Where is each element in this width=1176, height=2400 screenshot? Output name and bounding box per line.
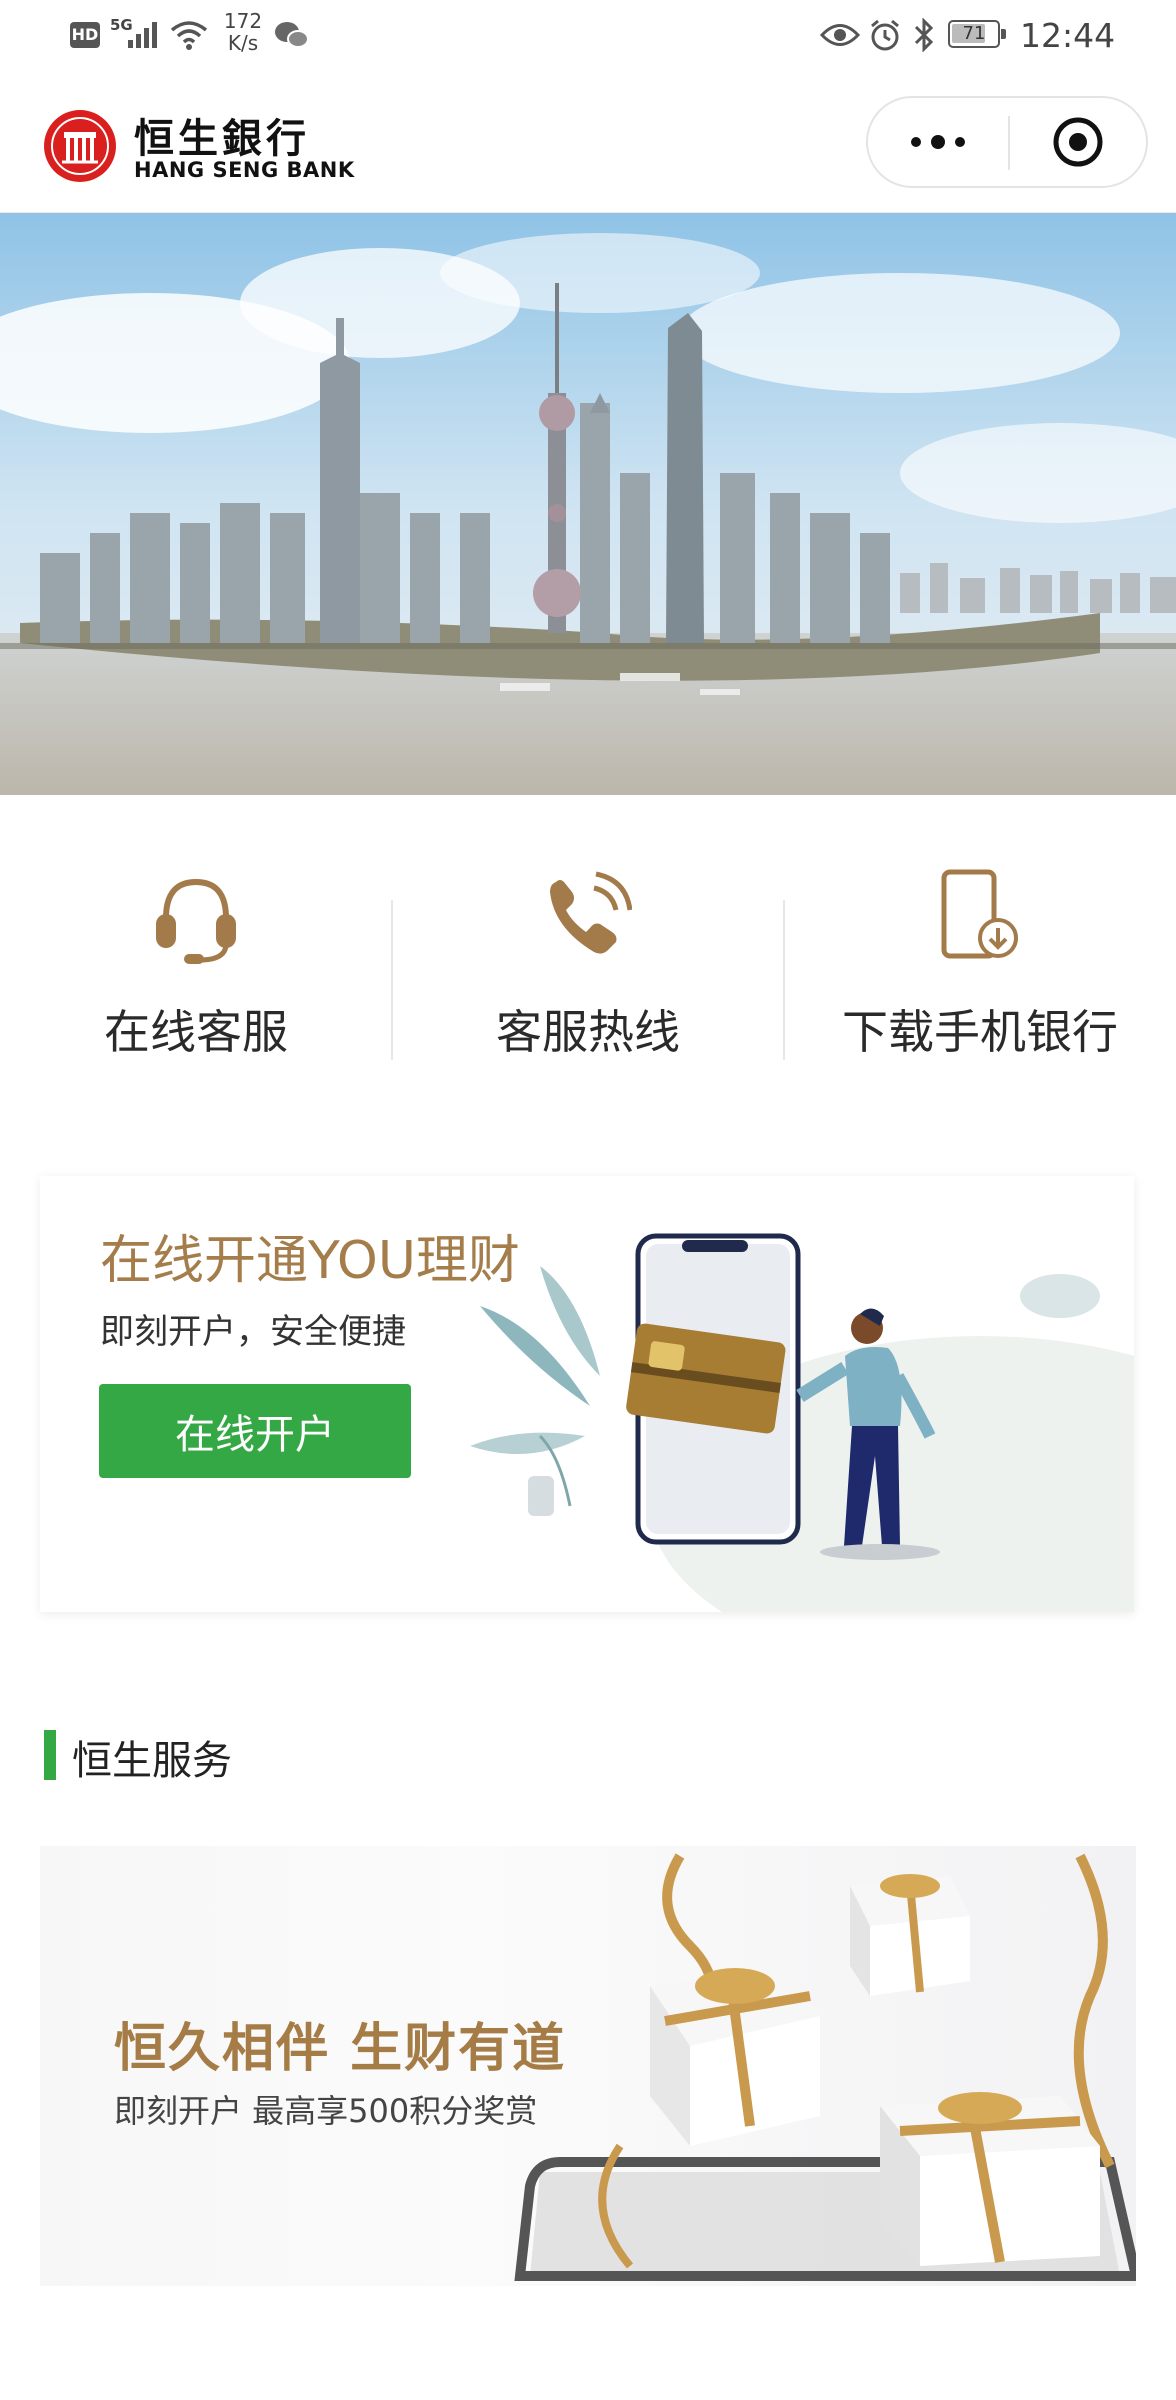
open-account-button-label: 在线开户 [175,1412,335,1458]
section-title-accent [44,1730,56,1780]
open-account-button[interactable]: 在线开户 [99,1384,411,1478]
quick-action-label: 在线客服 [104,1005,288,1059]
mini-program-capsule [866,96,1148,188]
mobile-download-icon [941,869,1018,959]
hero-banner-image[interactable] [0,213,1176,795]
gift-boxes-illustration [514,1853,1136,2281]
wifi-icon [170,21,208,50]
phone-icon [550,871,632,954]
network-speed: 172 K/s [220,10,266,54]
alarm-icon [871,19,899,51]
quick-action-hotline[interactable]: 客服热线 [392,860,784,1070]
battery-level: 71 [962,23,986,44]
signal-icon [128,22,157,48]
eye-icon [820,24,860,46]
promo-subtitle: 即刻开户，安全便捷 [100,1312,406,1352]
hd-text: HD [71,25,99,44]
service-banner[interactable]: 恒久相伴 生财有道 即刻开户 最高享500积分奖赏 [40,1846,1136,2286]
section-title: 恒生服务 [72,1738,232,1784]
quick-action-label: 客服热线 [496,1005,680,1059]
close-button[interactable] [1010,98,1146,186]
wechat-icon [275,22,309,48]
promo-title: 在线开通YOU理财 [100,1231,520,1291]
quick-action-download-app[interactable]: 下载手机银行 [784,860,1176,1070]
promo-card[interactable]: 在线开通YOU理财 即刻开户，安全便捷 在线开户 [40,1176,1134,1612]
quick-action-label: 下载手机银行 [842,1005,1118,1059]
service-banner-subtitle: 即刻开户 最高享500积分奖赏 [114,2092,538,2130]
bluetooth-icon [914,18,934,52]
headset-icon [156,878,236,964]
logo-english-text: HANG SENG BANK [134,158,355,182]
status-bar: HD 5G 172 K/s 71 12:44 [0,0,1176,72]
quick-action-online-service[interactable]: 在线客服 [0,860,392,1070]
logo-chinese-text: 恒生銀行 [134,115,310,162]
clock-time: 12:44 [1020,16,1116,55]
promo-illustration [470,1233,1134,1612]
more-button[interactable] [868,98,1008,186]
hang-seng-logo-icon [44,110,116,182]
hd-badge: HD [70,22,100,48]
ellipsis-icon [911,135,965,149]
battery-icon: 71 [948,20,1006,48]
city-skyline-image [0,213,1176,795]
speed-value: 172 [223,9,263,33]
service-banner-title: 恒久相伴 生财有道 [114,2019,567,2079]
speed-unit: K/s [227,31,259,55]
target-circle-icon [1053,117,1103,167]
